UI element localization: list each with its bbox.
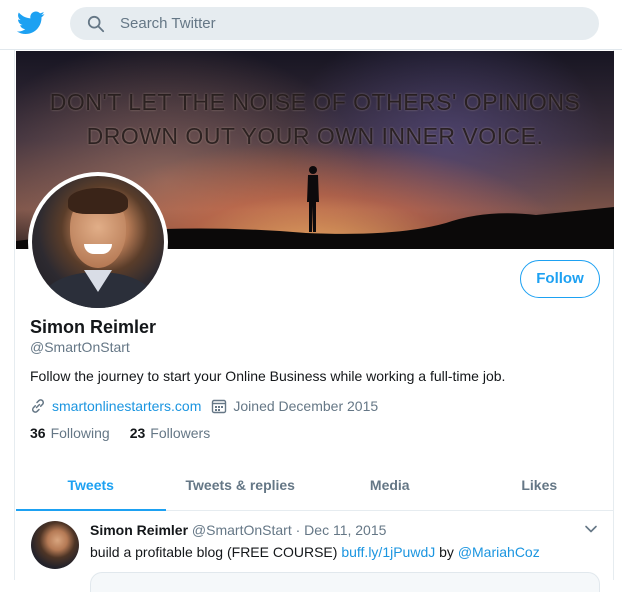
tweet-item[interactable]: Simon Reimler @SmartOnStart · Dec 11, 20… (16, 512, 614, 592)
tab-likes[interactable]: Likes (465, 463, 615, 510)
search-input[interactable] (120, 7, 580, 40)
tweet-separator: · (295, 522, 301, 538)
profile-name: Simon Reimler (30, 317, 157, 337)
profile-avatar[interactable] (28, 172, 168, 312)
profile-meta: smartonlinestarters.com Joined December … (30, 396, 378, 416)
profile-column: DON'T LET THE NOISE OF OTHERS' OPINIONS … (14, 50, 614, 592)
chevron-down-icon[interactable] (584, 522, 598, 536)
calendar-icon (212, 399, 227, 414)
tweet-avatar[interactable] (31, 521, 79, 569)
tweet-link[interactable]: buff.ly/1jPuwdJ (341, 544, 435, 560)
twitter-bird-icon[interactable] (17, 11, 45, 35)
follow-counts: 36 Following 23 Followers (30, 425, 230, 441)
avatar-image (32, 176, 164, 308)
tab-tweets[interactable]: Tweets (16, 463, 166, 511)
tweet-text-prefix: build a profitable blog (FREE COURSE) (90, 544, 342, 560)
top-bar (0, 0, 622, 50)
tweet-link-card[interactable] (90, 572, 600, 592)
following-count[interactable]: 36 (30, 425, 46, 441)
profile-handle: @SmartOnStart (30, 339, 130, 355)
link-icon (32, 399, 44, 413)
banner-quote-line-2: DROWN OUT YOUR OWN INNER VOICE. (86, 123, 544, 149)
profile-website-link[interactable]: smartonlinestarters.com (52, 398, 201, 414)
tweet-text: build a profitable blog (FREE COURSE) bu… (90, 544, 540, 560)
follow-button[interactable]: Follow (520, 260, 600, 298)
tweet-text-by: by (435, 544, 458, 560)
followers-label[interactable]: Followers (150, 425, 210, 441)
tweet-author-name[interactable]: Simon Reimler (90, 522, 188, 538)
tweet-mention[interactable]: @MariahCoz (458, 544, 540, 560)
tweet-author-handle[interactable]: @SmartOnStart (192, 522, 292, 538)
search-bar[interactable] (70, 7, 599, 40)
search-icon (87, 15, 105, 33)
following-label[interactable]: Following (51, 425, 110, 441)
followers-count[interactable]: 23 (130, 425, 146, 441)
banner-quote-line-1: DON'T LET THE NOISE OF OTHERS' OPINIONS (49, 89, 581, 115)
profile-bio: Follow the journey to start your Online … (30, 368, 506, 384)
tab-tweets-and-replies[interactable]: Tweets & replies (166, 463, 316, 510)
joined-date: Joined December 2015 (233, 398, 379, 414)
tweet-header: Simon Reimler @SmartOnStart · Dec 11, 20… (90, 522, 386, 538)
profile-tabs: Tweets Tweets & replies Media Likes (16, 463, 614, 511)
tab-media[interactable]: Media (315, 463, 465, 510)
tweet-date[interactable]: Dec 11, 2015 (304, 522, 386, 538)
